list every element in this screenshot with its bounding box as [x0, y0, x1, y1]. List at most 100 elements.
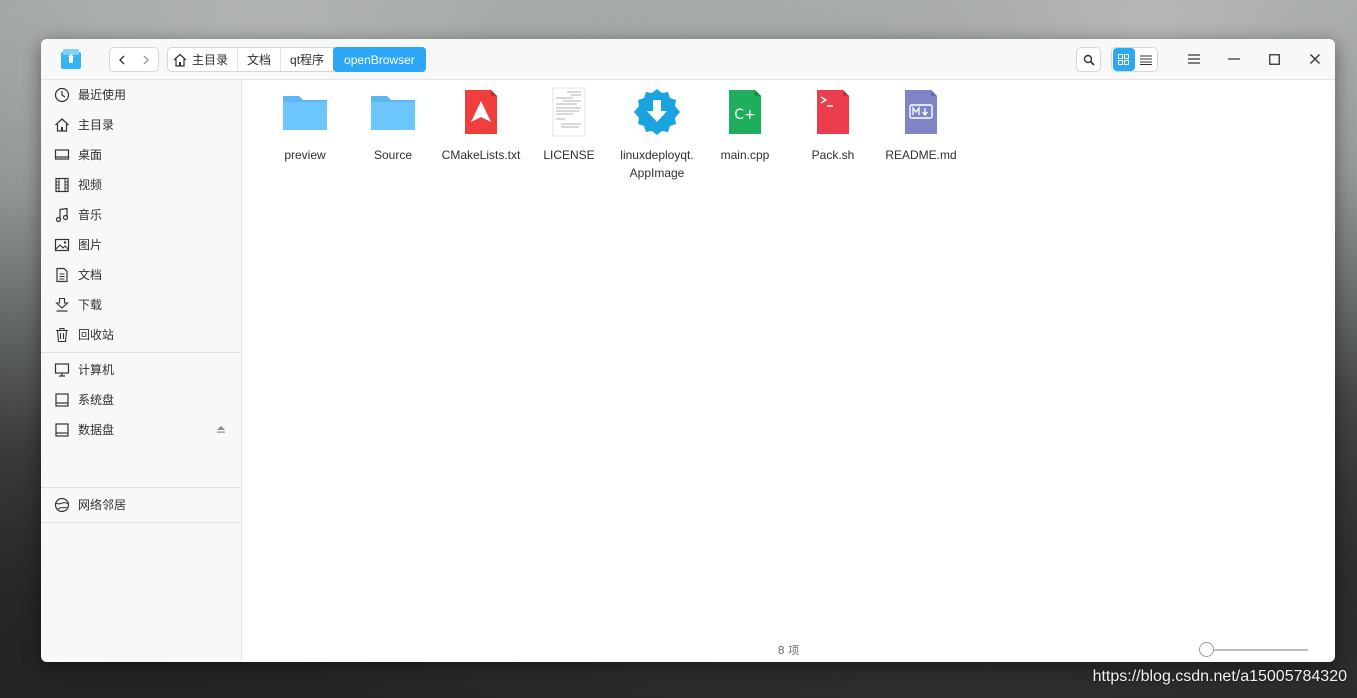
sidebar-item-label: 回收站: [78, 328, 115, 342]
file-item-license[interactable]: LICENSE: [525, 86, 613, 164]
disk-icon: [55, 423, 69, 437]
appimage-file-icon: [634, 89, 680, 135]
sidebar-item-data-disk[interactable]: 数据盘: [41, 415, 241, 445]
sidebar-item-videos[interactable]: 视频: [41, 170, 241, 200]
back-button[interactable]: [110, 48, 134, 71]
home-icon: [173, 53, 187, 67]
sidebar-item-downloads[interactable]: 下载: [41, 290, 241, 320]
list-icon: [1139, 55, 1152, 65]
search-icon: [1083, 54, 1095, 66]
breadcrumb-openbrowser-label: openBrowser: [344, 52, 415, 67]
sidebar-item-label: 系统盘: [78, 393, 115, 407]
file-item-readme[interactable]: README.md: [877, 86, 965, 164]
breadcrumb: 主目录 文档 qt程序 openBrowser: [167, 47, 426, 72]
file-manager-app-icon: [61, 49, 81, 69]
breadcrumb-documents[interactable]: 文档: [238, 48, 282, 71]
sidebar-item-label: 数据盘: [78, 423, 115, 437]
search-button[interactable]: [1076, 47, 1101, 72]
folder-icon: [283, 96, 327, 130]
view-mode-switch: [1111, 47, 1158, 72]
folder-icon: [371, 96, 415, 130]
disk-icon: [55, 393, 69, 407]
watermark-text: https://blog.csdn.net/a15005784320: [1092, 668, 1347, 685]
close-button[interactable]: [1305, 49, 1325, 69]
icon-size-slider-track[interactable]: [1205, 649, 1308, 651]
file-item-preview[interactable]: preview: [261, 86, 349, 164]
breadcrumb-documents-label: 文档: [247, 53, 272, 67]
svg-text:C+: C+: [734, 107, 756, 123]
maximize-icon: [1268, 53, 1280, 65]
file-name: README.md: [885, 148, 957, 162]
sidebar-item-label: 下载: [78, 298, 103, 312]
sidebar-item-recent[interactable]: 最近使用: [41, 80, 241, 110]
chevron-right-icon: [143, 55, 149, 64]
list-view-button[interactable]: [1135, 48, 1157, 71]
file-item-cmakelists[interactable]: CMakeLists.txt: [437, 86, 525, 164]
sidebar-item-label: 网络邻居: [78, 498, 127, 512]
file-item-source[interactable]: Source: [349, 86, 437, 164]
title-bar: 主目录 文档 qt程序 openBrowser: [41, 39, 1335, 80]
sidebar-item-computer[interactable]: 计算机: [41, 355, 241, 385]
document-icon: [56, 267, 68, 283]
sidebar-divider: [41, 522, 241, 523]
sidebar-item-pictures[interactable]: 图片: [41, 230, 241, 260]
file-name: linuxdeployqt.AppImage: [620, 148, 694, 180]
eject-icon[interactable]: [216, 425, 226, 433]
item-count-status: 8 项: [777, 644, 800, 657]
minimize-icon: [1228, 58, 1240, 60]
sidebar-item-label: 文档: [78, 268, 103, 282]
network-icon: [54, 497, 70, 513]
sidebar-item-system-disk[interactable]: 系统盘: [41, 385, 241, 415]
sidebar-item-label: 音乐: [78, 208, 103, 222]
clock-icon: [54, 87, 70, 103]
sidebar-item-home[interactable]: 主目录: [41, 110, 241, 140]
computer-icon: [54, 363, 70, 377]
maximize-button[interactable]: [1264, 49, 1284, 69]
sidebar-divider: [41, 487, 241, 488]
breadcrumb-home-label: 主目录: [192, 53, 229, 67]
cmake-file-icon: [465, 90, 497, 134]
markdown-file-icon: [905, 90, 937, 134]
minimize-button[interactable]: [1224, 49, 1244, 69]
file-item-pack-sh[interactable]: Pack.sh: [789, 86, 877, 164]
sidebar-item-desktop[interactable]: 桌面: [41, 140, 241, 170]
sidebar-item-label: 视频: [78, 178, 103, 192]
sidebar-item-documents[interactable]: 文档: [41, 260, 241, 290]
shell-script-icon: [817, 90, 849, 134]
file-view: preview Source CMakeLists.txt LICENSE li…: [242, 80, 1335, 662]
sidebar: 最近使用 主目录 桌面 视频 音乐 图片 文档 下载 回收站 计算机 系统盘 数…: [41, 80, 242, 662]
desktop-icon: [54, 149, 70, 160]
close-icon: [1310, 54, 1320, 64]
icon-view-button[interactable]: [1112, 48, 1135, 71]
sidebar-item-music[interactable]: 音乐: [41, 200, 241, 230]
file-name: Pack.sh: [811, 148, 855, 162]
file-name: LICENSE: [543, 148, 595, 162]
navigation-buttons: [109, 47, 159, 72]
sidebar-item-label: 图片: [78, 238, 103, 252]
menu-button[interactable]: [1184, 49, 1204, 69]
breadcrumb-qt-label: qt程序: [290, 53, 325, 67]
sidebar-item-label: 最近使用: [78, 88, 127, 102]
file-name: CMakeLists.txt: [441, 148, 521, 162]
breadcrumb-home[interactable]: 主目录: [168, 48, 239, 71]
breadcrumb-qt[interactable]: qt程序: [281, 48, 335, 71]
home-icon: [55, 118, 69, 132]
text-file-icon: [552, 87, 586, 137]
cpp-file-icon: C+: [729, 90, 761, 134]
sidebar-item-network[interactable]: 网络邻居: [41, 490, 241, 520]
file-name: main.cpp: [720, 148, 770, 162]
hamburger-menu-icon: [1188, 54, 1200, 64]
file-item-linuxdeployqt[interactable]: linuxdeployqt.AppImage: [613, 86, 701, 182]
breadcrumb-openbrowser[interactable]: openBrowser: [333, 47, 426, 72]
icon-size-slider-handle[interactable]: [1199, 642, 1214, 657]
forward-button[interactable]: [134, 48, 158, 71]
sidebar-item-label: 计算机: [78, 363, 115, 377]
grid-icon: [1118, 54, 1129, 65]
file-manager-window: 主目录 文档 qt程序 openBrowser 最近使用 主目录 桌面 视频 音…: [41, 39, 1335, 662]
sidebar-item-label: 主目录: [78, 118, 115, 132]
file-name: preview: [284, 148, 326, 162]
music-icon: [55, 207, 69, 223]
sidebar-item-label: 桌面: [78, 148, 103, 162]
sidebar-item-trash[interactable]: 回收站: [41, 320, 241, 350]
file-item-main-cpp[interactable]: C+ main.cpp: [701, 86, 789, 164]
